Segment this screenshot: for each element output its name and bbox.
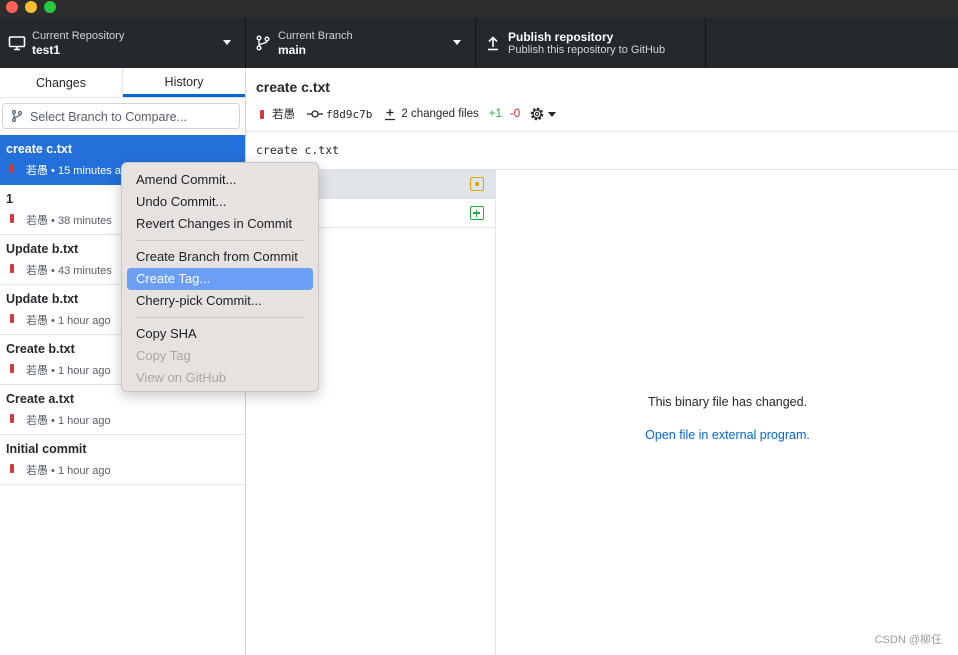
computer-icon (8, 36, 26, 51)
menu-item-copy-sha[interactable]: Copy SHA (127, 323, 313, 345)
avatar (10, 164, 14, 173)
menu-separator (136, 317, 304, 318)
diff-plus-minus-icon (385, 108, 396, 120)
commit-title: 1 (6, 192, 13, 206)
avatar (10, 414, 14, 423)
tab-changes[interactable]: Changes (0, 68, 123, 97)
commit-list-item[interactable]: Create a.txt 若愚 • 1 hour ago (0, 385, 245, 435)
commit-description-text: create c.txt (256, 143, 340, 157)
commit-meta: 若愚 • 43 minutes (26, 265, 112, 277)
open-external-link[interactable]: Open file in external program. (497, 428, 958, 442)
commit-description: create c.txt (246, 132, 958, 170)
sidebar-tabs: Changes History (0, 68, 245, 98)
tab-history[interactable]: History (123, 68, 245, 97)
binary-file-message: This binary file has changed. (647, 395, 808, 409)
avatar (10, 464, 14, 473)
changed-files-count: 2 changed files (401, 108, 479, 120)
menu-item-undo-commit[interactable]: Undo Commit... (127, 191, 313, 213)
compare-branch-placeholder: Select Branch to Compare... (30, 110, 188, 124)
commit-detail-title: create c.txt (256, 79, 330, 95)
compare-branch-input[interactable]: Select Branch to Compare... (2, 103, 240, 129)
git-commit-icon (307, 110, 323, 118)
publish-repository-subtitle: Publish this repository to GitHub (508, 44, 666, 56)
close-window-button[interactable] (6, 1, 18, 13)
current-branch-button[interactable]: Current Branch main (246, 18, 476, 68)
menu-item-view-on-github: View on GitHub (136, 370, 227, 385)
menu-item-create-tag[interactable]: Create Tag... (127, 268, 313, 290)
watermark-text: CSDN @柳仼 (874, 634, 942, 646)
git-branch-icon (11, 109, 23, 123)
menu-separator (136, 240, 304, 241)
publish-repository-button[interactable]: Publish repository Publish this reposito… (476, 18, 706, 68)
avatar (10, 314, 14, 323)
file-added-icon (470, 206, 484, 220)
chevron-down-icon (453, 40, 461, 45)
commit-detail-pane: create c.txt 若愚 f8d9c7b 2 changed files … (246, 68, 958, 655)
chevron-down-icon (223, 40, 231, 45)
zoom-window-button[interactable] (44, 1, 56, 13)
commit-title: Update b.txt (6, 292, 79, 306)
gear-icon[interactable] (528, 105, 546, 123)
commit-title: Initial commit (6, 442, 87, 456)
diff-view: This binary file has changed. Open file … (497, 170, 958, 655)
menu-item-revert-changes[interactable]: Revert Changes in Commit (127, 213, 313, 235)
menu-item-create-branch[interactable]: Create Branch from Commit (127, 246, 313, 268)
chevron-down-icon[interactable] (548, 111, 557, 117)
publish-repository-title: Publish repository (508, 30, 614, 44)
menu-item-copy-tag: Copy Tag (136, 348, 191, 363)
commit-meta: 若愚 • 38 minutes (26, 215, 112, 227)
avatar (10, 364, 14, 373)
commit-list-item[interactable]: Initial commit 若愚 • 1 hour ago (0, 435, 245, 485)
commit-meta: 若愚 • 1 hour ago (26, 365, 111, 377)
commit-meta: 若愚 • 1 hour ago (26, 465, 111, 477)
menu-item-cherry-pick[interactable]: Cherry-pick Commit... (127, 290, 313, 312)
additions-count: +1 (488, 108, 502, 120)
avatar (260, 109, 264, 119)
menu-item-amend-commit[interactable]: Amend Commit... (127, 169, 313, 191)
window-titlebar (0, 0, 958, 18)
avatar (10, 214, 14, 223)
app-toolbar: Current Repository test1 Current Branch … (0, 18, 958, 68)
current-repository-button[interactable]: Current Repository test1 (0, 18, 246, 68)
file-modified-icon (470, 177, 484, 191)
commit-summary-header: create c.txt 若愚 f8d9c7b 2 changed files … (246, 68, 958, 132)
commit-meta: 若愚 • 1 hour ago (26, 315, 111, 327)
commit-author: 若愚 (272, 109, 295, 121)
current-branch-name: main (278, 43, 307, 57)
commit-title: Create a.txt (6, 392, 75, 406)
minimize-window-button[interactable] (25, 1, 37, 13)
commit-meta: 若愚 • 15 minutes a (26, 165, 121, 177)
commit-title: Update b.txt (6, 242, 79, 256)
current-repository-name: test1 (32, 43, 61, 57)
commit-detail-meta: 若愚 f8d9c7b 2 changed files +1 -0 (256, 105, 557, 123)
commit-context-menu: Amend Commit... Undo Commit... Revert Ch… (121, 162, 319, 392)
commit-meta: 若愚 • 1 hour ago (26, 415, 111, 427)
commit-title: create c.txt (6, 142, 73, 156)
git-branch-icon (256, 35, 270, 51)
current-repository-label: Current Repository (32, 30, 125, 42)
commit-sha[interactable]: f8d9c7b (326, 108, 372, 121)
commit-title: Create b.txt (6, 342, 75, 356)
current-branch-label: Current Branch (278, 30, 353, 42)
deletions-count: -0 (509, 108, 521, 120)
avatar (10, 264, 14, 273)
upload-icon (488, 36, 498, 51)
